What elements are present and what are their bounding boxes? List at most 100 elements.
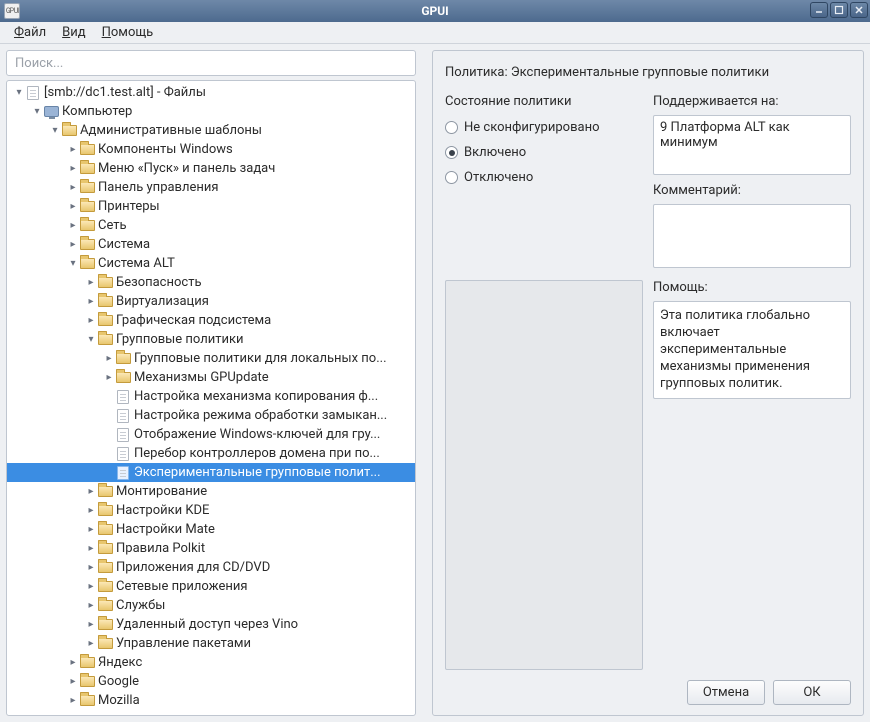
expand-icon[interactable]: ▸ [67, 164, 79, 174]
expand-icon[interactable]: ▸ [85, 563, 97, 573]
tree-row[interactable]: ▸ Безопасность [7, 273, 415, 292]
expand-icon[interactable]: ▸ [85, 620, 97, 630]
radio-label: Не сконфигурировано [464, 120, 599, 135]
expand-icon[interactable]: ▾ [67, 259, 79, 269]
folder-icon [115, 351, 131, 367]
expand-icon[interactable]: ▸ [85, 639, 97, 649]
folder-icon [97, 294, 113, 310]
expand-icon[interactable]: ▸ [67, 221, 79, 231]
expand-icon[interactable]: ▾ [31, 107, 43, 117]
tree-row[interactable]: Отображение Windows-ключей для гру... [7, 425, 415, 444]
tree-row[interactable]: ▾Административные шаблоны [7, 121, 415, 140]
folder-icon [97, 275, 113, 291]
tree-label: Виртуализация [116, 294, 209, 309]
tree-row[interactable]: ▸Mozilla [7, 691, 415, 710]
comment-input[interactable] [653, 204, 851, 268]
tree-row[interactable]: ▸Принтеры [7, 197, 415, 216]
tree-row[interactable]: ▾Система ALT [7, 254, 415, 273]
tree-label: Безопасность [116, 275, 202, 290]
expand-icon[interactable]: ▸ [67, 696, 79, 706]
tree-row[interactable]: ▸ Правила Polkit [7, 539, 415, 558]
search-input[interactable]: Поиск... [6, 50, 416, 76]
tree-row[interactable]: ▸Механизмы GPUpdate [7, 368, 415, 387]
tree-row[interactable]: ▸Управление пакетами [7, 634, 415, 653]
radio-not-configured[interactable]: Не сконфигурировано [445, 120, 643, 135]
tree-row[interactable]: ▸Удаленный доступ через Vino [7, 615, 415, 634]
folder-icon [97, 313, 113, 329]
tree-row[interactable]: ▸Групповые политики для локальных по... [7, 349, 415, 368]
expand-icon[interactable]: ▸ [67, 145, 79, 155]
folder-icon [79, 180, 95, 196]
tree-label: Перебор контроллеров домена при по... [134, 446, 380, 461]
tree-row[interactable]: ▸Настройки KDE [7, 501, 415, 520]
radio-enabled[interactable]: Включено [445, 145, 643, 160]
help-label: Помощь: [653, 280, 851, 295]
menu-view[interactable]: Вид [54, 23, 93, 42]
state-label: Состояние политики [445, 94, 643, 109]
expand-icon[interactable]: ▸ [85, 278, 97, 288]
tree-row[interactable]: ▸Настройки Mate [7, 520, 415, 539]
ok-button[interactable]: ОК [773, 680, 851, 705]
expand-icon[interactable]: ▸ [85, 297, 97, 307]
minimize-button[interactable] [810, 2, 828, 18]
folder-icon [97, 484, 113, 500]
menu-help[interactable]: Помощь [94, 23, 162, 42]
close-button[interactable] [850, 2, 868, 18]
tree-row[interactable]: ▸Монтирование [7, 482, 415, 501]
tree-row[interactable]: ▸ Виртуализация [7, 292, 415, 311]
expand-icon[interactable]: ▸ [85, 601, 97, 611]
expand-icon[interactable]: ▸ [85, 544, 97, 554]
tree-row[interactable]: Настройка механизма копирования ф... [7, 387, 415, 406]
radio-disabled[interactable]: Отключено [445, 170, 643, 185]
folder-icon [61, 123, 77, 139]
tree-label: Графическая подсистема [116, 313, 271, 328]
tree-row[interactable]: ▸Службы [7, 596, 415, 615]
expand-icon[interactable]: ▸ [85, 487, 97, 497]
tree-label: Система [98, 237, 150, 252]
maximize-button[interactable] [830, 2, 848, 18]
tree-view[interactable]: ▾[smb://dc1.test.alt] - Файлы▾Компьютер▾… [6, 80, 416, 716]
tree-row[interactable]: ▸Панель управления [7, 178, 415, 197]
tree-row[interactable]: ▸ Графическая подсистема [7, 311, 415, 330]
expand-icon[interactable]: ▸ [103, 373, 115, 383]
expand-icon[interactable]: ▸ [85, 506, 97, 516]
expand-icon[interactable]: ▸ [67, 183, 79, 193]
expand-icon[interactable]: ▸ [85, 582, 97, 592]
expand-icon[interactable]: ▸ [67, 677, 79, 687]
folder-icon [97, 522, 113, 538]
tree-row[interactable]: ▸ Система [7, 235, 415, 254]
tree-row[interactable]: ▸Компоненты Windows [7, 140, 415, 159]
expand-icon[interactable]: ▸ [67, 202, 79, 212]
menu-file[interactable]: Файл [6, 23, 54, 42]
folder-icon [97, 503, 113, 519]
tree-row[interactable]: ▾[smb://dc1.test.alt] - Файлы [7, 83, 415, 102]
expand-icon[interactable]: ▸ [67, 658, 79, 668]
tree-label: Настройка механизма копирования ф... [134, 389, 378, 404]
tree-row[interactable]: ▸Сеть [7, 216, 415, 235]
expand-icon[interactable]: ▸ [85, 525, 97, 535]
expand-icon[interactable]: ▾ [85, 335, 97, 345]
tree-label: Правила Polkit [116, 541, 205, 556]
tree-row[interactable]: ▾Групповые политики [7, 330, 415, 349]
tree-row[interactable]: ▸Приложения для CD/DVD [7, 558, 415, 577]
expand-icon[interactable]: ▸ [85, 316, 97, 326]
tree-row[interactable]: Экспериментальные групповые полит... [7, 463, 415, 482]
computer-icon [43, 104, 59, 120]
folder-icon [97, 560, 113, 576]
expand-icon[interactable]: ▸ [67, 240, 79, 250]
splitter[interactable] [422, 50, 426, 716]
tree-row[interactable]: ▸Яндекс [7, 653, 415, 672]
tree-row[interactable]: ▸Сетевые приложения [7, 577, 415, 596]
expand-icon[interactable]: ▾ [13, 88, 25, 98]
tree-row[interactable]: ▸Меню «Пуск» и панель задач [7, 159, 415, 178]
tree-row[interactable]: Перебор контроллеров домена при по... [7, 444, 415, 463]
tree-label: Google [98, 674, 139, 689]
tree-row[interactable]: Настройка режима обработки замыкан... [7, 406, 415, 425]
expand-icon[interactable]: ▾ [49, 126, 61, 136]
radio-label: Включено [464, 145, 526, 160]
tree-row[interactable]: ▾Компьютер [7, 102, 415, 121]
cancel-button[interactable]: Отмена [687, 680, 765, 705]
folder-icon [79, 237, 95, 253]
expand-icon[interactable]: ▸ [103, 354, 115, 364]
tree-row[interactable]: ▸ Google [7, 672, 415, 691]
